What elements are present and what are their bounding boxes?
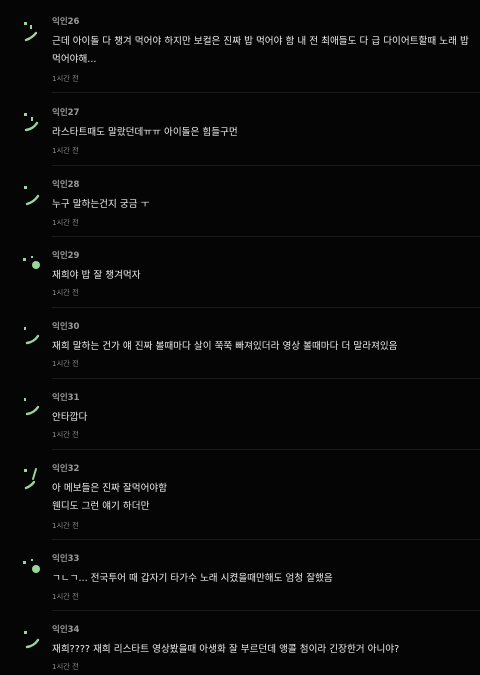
comment-timestamp: 1시간 전	[52, 74, 79, 83]
divider	[52, 165, 480, 166]
comment-author[interactable]: 익인30	[52, 321, 79, 333]
comment-body: 안타깝다	[52, 412, 88, 423]
divider	[52, 307, 480, 308]
comment-timestamp: 1시간 전	[52, 592, 79, 601]
face-icon[interactable]	[22, 20, 44, 46]
face-icon[interactable]	[22, 254, 44, 280]
divider	[52, 92, 480, 93]
comment-body: 재희야 밥 잘 챙겨먹자	[52, 270, 141, 281]
comment-body: 근데 아이돌 다 챙겨 먹어야 하지만 보컬은 진짜 밥 먹어야 함 내 전 최…	[52, 36, 472, 65]
comment-timestamp: 1시간 전	[52, 521, 79, 530]
comment-timestamp: 1시간 전	[52, 359, 79, 368]
face-icon[interactable]	[22, 325, 44, 351]
comment-timestamp: 1시간 전	[52, 218, 79, 227]
comment-author[interactable]: 익인26	[52, 16, 79, 28]
comment-body: 누구 말하는건지 궁금 ㅜ	[52, 199, 150, 210]
face-icon[interactable]	[22, 557, 44, 583]
comment-body: 재희???? 재희 리스타트 영상봤을때 아생화 잘 부르던데 앵콜 첨이라 긴…	[52, 644, 400, 655]
comment-timestamp: 1시간 전	[52, 662, 79, 671]
divider	[52, 610, 480, 611]
face-icon[interactable]	[22, 628, 44, 654]
comment-body: 아 메보들은 진짜 잘먹어야함 웬디도 그런 얘기 하더만	[52, 483, 168, 512]
divider	[52, 378, 480, 379]
comment-timestamp: 1시간 전	[52, 146, 79, 155]
comment-author[interactable]: 익인27	[52, 107, 79, 119]
comment-body: ㄱㄴㄱ... 전국투어 때 갑자기 타가수 노래 시켰을때만해도 엄청 잘했음	[52, 573, 333, 584]
comment-author[interactable]: 익인34	[52, 624, 79, 636]
face-icon[interactable]	[22, 111, 44, 137]
divider	[52, 539, 480, 540]
comment-author[interactable]: 익인31	[52, 392, 79, 404]
comment-timestamp: 1시간 전	[52, 288, 79, 297]
face-icon[interactable]	[22, 183, 44, 209]
comment-timestamp: 1시간 전	[52, 430, 79, 439]
comment-body: 라스타트때도 말랐던데ㅠㅠ 아이돌은 힘들구먼	[52, 127, 238, 138]
comment-author[interactable]: 익인28	[52, 179, 79, 191]
comment-body: 재희 말하는 건가 얘 진짜 볼때마다 살이 쭉쭉 빠져있더라 영상 볼때마다 …	[52, 341, 398, 352]
comment-author[interactable]: 익인33	[52, 553, 79, 565]
face-icon[interactable]	[22, 467, 44, 493]
face-icon[interactable]	[22, 396, 44, 422]
comment-author[interactable]: 익인32	[52, 463, 79, 475]
divider	[52, 236, 480, 237]
comment-author[interactable]: 익인29	[52, 250, 79, 262]
divider	[52, 449, 480, 450]
comment-page: { "comments": [ {"author": "익인26", "body…	[0, 0, 480, 675]
